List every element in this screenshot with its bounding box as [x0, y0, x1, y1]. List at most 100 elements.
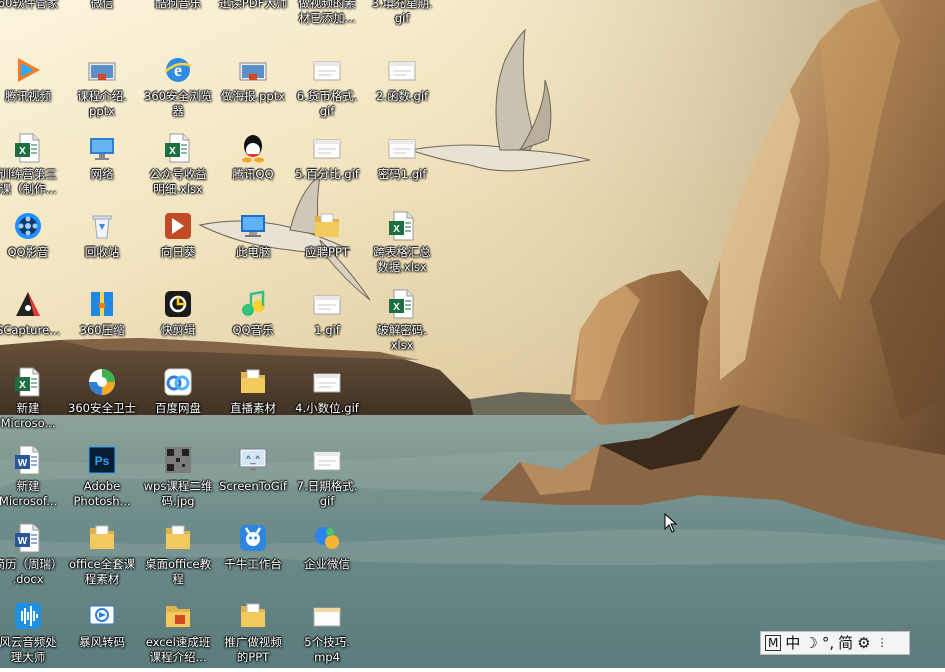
desktop-icon-label: 千牛工作台	[224, 557, 282, 571]
desktop-icon[interactable]: 向日葵	[139, 206, 217, 282]
mp4-file-icon	[311, 600, 343, 632]
ime-settings-icon[interactable]: ⚙	[857, 632, 870, 654]
desktop-icon[interactable]: ^_^ ScreenToGif	[214, 440, 292, 516]
xlsx-file-icon: X	[12, 132, 44, 164]
desktop-icon-label: 回收站	[84, 245, 120, 259]
ime-more-icon[interactable]: ⋮	[877, 632, 888, 654]
desktop-icon-label: 快剪辑	[160, 323, 196, 337]
desktop-icon[interactable]: excel速成班 课程介绍...	[139, 596, 217, 672]
desktop-icon[interactable]: 快剪辑	[139, 284, 217, 360]
desktop-icon-label: 向日葵	[160, 245, 196, 259]
desktop-icon-label: 暴风转码	[79, 635, 125, 649]
desktop-icon[interactable]: 4.小数位.gif	[288, 362, 366, 438]
desktop-icon-label: 推广做视频 的PPT	[224, 635, 282, 664]
folder-icon	[162, 522, 194, 554]
desktop-icon-label: 酷狗音乐	[155, 0, 201, 10]
ime-mode-indicator[interactable]: M	[765, 635, 782, 651]
desktop-icon-label: 3.填充星期. gif	[371, 0, 433, 25]
desktop-icon[interactable]: 推广做视频 的PPT	[214, 596, 292, 672]
folder-icon	[86, 522, 118, 554]
desktop-icon[interactable]: X 公众号收益 明细.xlsx	[139, 128, 217, 204]
desktop-icon-label: 百度网盘	[155, 401, 201, 415]
desktop-icon-label: 密码1.gif	[377, 167, 427, 181]
desktop-icon[interactable]: QQ音乐	[214, 284, 292, 360]
desktop-icon-label: 360压缩	[79, 323, 125, 337]
desktop-icon[interactable]: X 跨表格汇总 数据.xlsx	[363, 206, 441, 282]
desktop-icon[interactable]: 360压缩	[63, 284, 141, 360]
ime-moon-icon[interactable]: ☽	[804, 632, 817, 654]
kuaijianji-icon	[162, 288, 194, 320]
desktop-icon[interactable]: office全套课 程素材	[63, 518, 141, 594]
desktop-icon[interactable]: 网络	[63, 128, 141, 204]
desktop-icon[interactable]: 此电脑	[214, 206, 292, 282]
desktop-icon[interactable]: 直播素材	[214, 362, 292, 438]
desktop-icon[interactable]: 7.日期格式. gif	[288, 440, 366, 516]
scapture-icon	[12, 288, 44, 320]
desktop-icon[interactable]: W 简历（周瑞） .docx	[0, 518, 67, 594]
desktop-icon[interactable]: 桌面office教 程	[139, 518, 217, 594]
svg-text:W: W	[18, 536, 28, 547]
desktop-icon[interactable]: 5.百分比.gif	[288, 128, 366, 204]
desktop-icon[interactable]: X 新建 Microso...	[0, 362, 67, 438]
desktop-icon[interactable]: 企业微信	[288, 518, 366, 594]
desktop-icon[interactable]: 2.函数.gif	[363, 50, 441, 126]
desktop-icon-label: 4.小数位.gif	[295, 401, 359, 415]
ime-punctuation-toggle[interactable]: °,	[822, 632, 834, 654]
desktop-icon[interactable]: W 新建 Microsof...	[0, 440, 67, 516]
mouse-cursor-icon	[664, 513, 678, 533]
desktop-icon[interactable]: 360安全卫士	[63, 362, 141, 438]
pptx-file-icon	[237, 54, 269, 86]
folder-icon	[311, 210, 343, 242]
desktop-icon-label: ScreenToGif	[219, 479, 287, 493]
desktop-icon[interactable]: 密码1.gif	[363, 128, 441, 204]
wecom-icon	[311, 522, 343, 554]
desktop-icon-label: 腾讯QQ	[232, 167, 274, 181]
svg-text:W: W	[18, 458, 28, 469]
xlsx-file-icon: X	[386, 288, 418, 320]
desktop-icon-area: 60软件管家 微信 酷狗音乐 迅读PDF大师 做视频的素 材已添加... 3.填充星期. …	[0, 0, 945, 668]
desktop-icon[interactable]: wps课程二维 码.jpg	[139, 440, 217, 516]
ime-simplified-toggle[interactable]: 简	[838, 632, 853, 654]
desktop-icon[interactable]: 腾讯QQ	[214, 128, 292, 204]
desktop-icon[interactable]: Ps Adobe Photosh...	[63, 440, 141, 516]
360-browser-icon: e	[162, 54, 194, 86]
desktop-icon[interactable]: 腾讯视频	[0, 50, 67, 126]
desktop-icon[interactable]: 应聘PPT	[288, 206, 366, 282]
xlsx-file-icon: X	[162, 132, 194, 164]
gif-file-icon	[311, 288, 343, 320]
desktop-icon-label: 风云音频处 理大师	[0, 635, 57, 664]
ime-language-toggle[interactable]: 中	[785, 632, 800, 654]
desktop-icon-label: wps课程二维 码.jpg	[143, 479, 213, 508]
desktop-icon[interactable]: 6.货币格式. gif	[288, 50, 366, 126]
desktop-icon[interactable]: SCapture...	[0, 284, 67, 360]
desktop-icon[interactable]: e 360安全浏览 器	[139, 50, 217, 126]
desktop-icon-label: 新建 Microso...	[0, 401, 56, 430]
desktop-icon[interactable]: 1.gif	[288, 284, 366, 360]
desktop-icon-label: 360安全卫士	[68, 401, 136, 415]
sunflower-icon	[162, 210, 194, 242]
gif-file-icon	[386, 132, 418, 164]
desktop-icon[interactable]: 暴风转码	[63, 596, 141, 672]
gif-file-icon	[311, 444, 343, 476]
desktop-icon-label: 企业微信	[304, 557, 350, 571]
desktop-icon[interactable]: 课程介绍. pptx	[63, 50, 141, 126]
desktop-icon[interactable]: 风云音频处 理大师	[0, 596, 67, 672]
desktop-icon[interactable]: 千牛工作台	[214, 518, 292, 594]
desktop-icon-label: 做海报.pptx	[220, 89, 286, 103]
desktop-icon[interactable]: 回收站	[63, 206, 141, 282]
desktop-icon-label: 桌面office教 程	[144, 557, 212, 586]
desktop-icon[interactable]: 做海报.pptx	[214, 50, 292, 126]
desktop-icon-label: office全套课 程素材	[68, 557, 136, 586]
tencent-video-icon	[12, 54, 44, 86]
svg-text:X: X	[169, 146, 176, 157]
ime-toolbar[interactable]: M 中 ☽ °, 简 ⚙ ⋮	[760, 631, 910, 655]
desktop-icon[interactable]: X 训练营第三 课（制作...	[0, 128, 67, 204]
desktop-icon[interactable]: 百度网盘	[139, 362, 217, 438]
desktop-icon-label: QQ音乐	[232, 323, 274, 337]
desktop-icon-label: 5个技巧. mp4	[304, 635, 350, 664]
desktop-icon[interactable]: QQ影音	[0, 206, 67, 282]
desktop-icon[interactable]: 5个技巧. mp4	[288, 596, 366, 672]
desktop-icon[interactable]: X 破解密码. xlsx	[363, 284, 441, 360]
qianniu-icon	[237, 522, 269, 554]
desktop-icon-label: 简历（周瑞） .docx	[0, 557, 63, 586]
